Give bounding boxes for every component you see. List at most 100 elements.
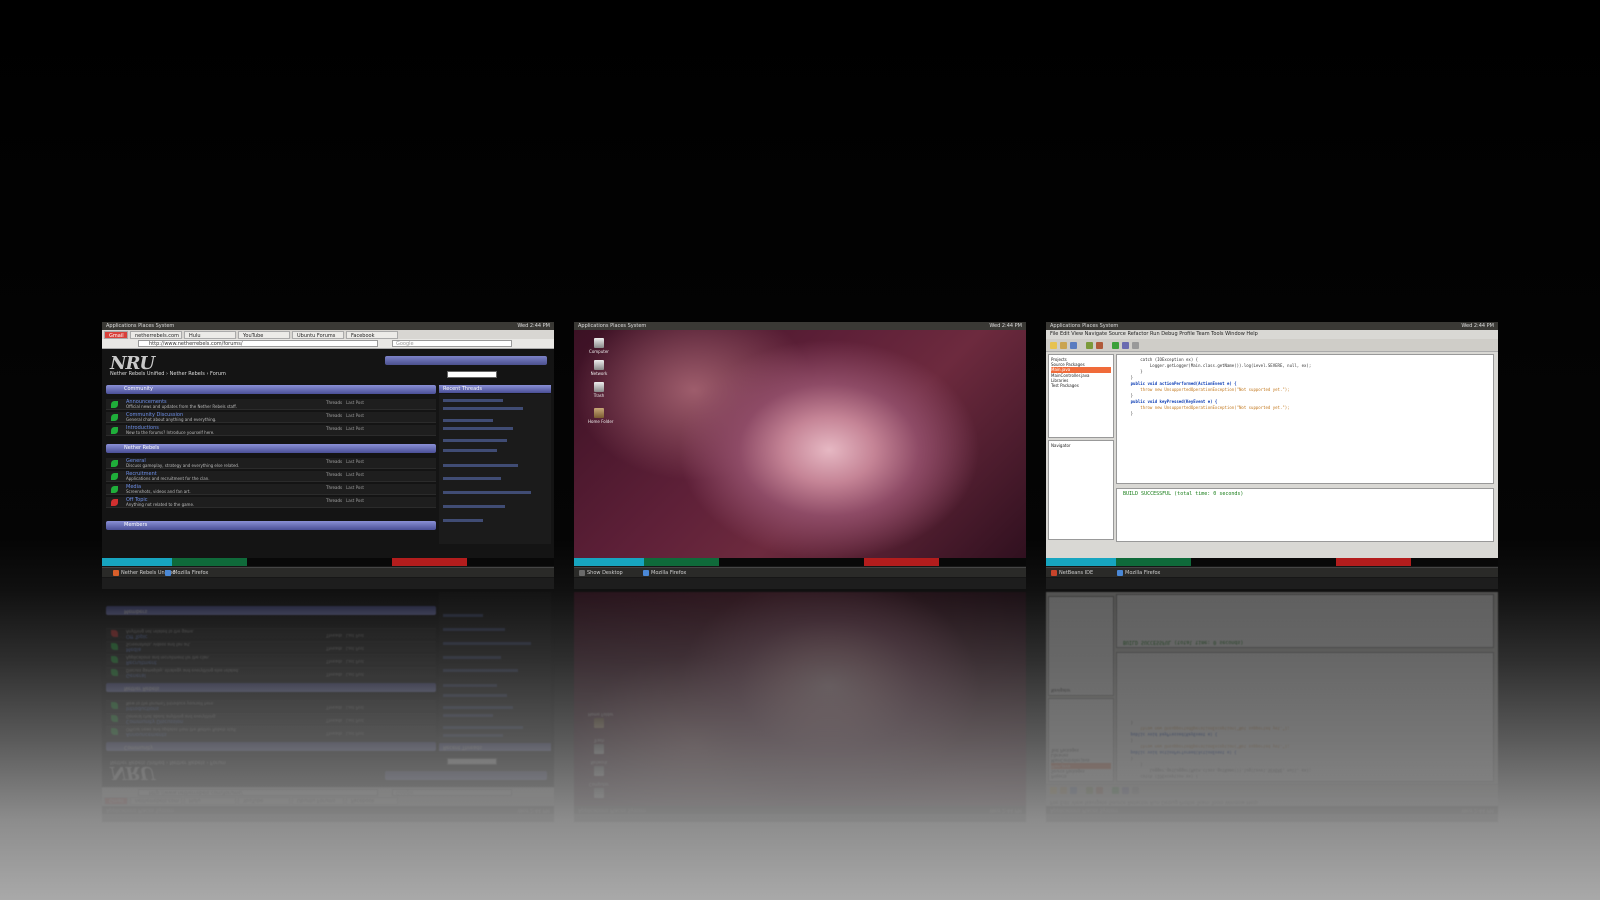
sidebar-link[interactable] [443, 427, 513, 430]
taskbar-button[interactable]: Show Desktop [578, 569, 623, 577]
forum-search-input[interactable] [447, 371, 497, 378]
panel-menu: Applications Places System [106, 807, 175, 813]
new-file-icon[interactable] [1050, 342, 1057, 349]
forum-stats: Threads [326, 633, 343, 638]
browser-tab[interactable]: Gmail [104, 331, 128, 339]
system-monitor [1046, 558, 1498, 566]
sidebar-link[interactable] [443, 399, 503, 402]
leaf-icon [111, 460, 118, 467]
forum-nav-tabs[interactable] [385, 356, 547, 365]
forum-stats: Threads [326, 498, 343, 503]
forum-last-post: Last Post [346, 659, 364, 664]
forum-row[interactable]: Media Screenshots, videos and fan art. Thr… [106, 484, 436, 495]
navigator-pane[interactable]: Navigator [1048, 440, 1114, 540]
taskbar-button[interactable]: Mozilla Firefox [164, 569, 208, 577]
debug-icon [1122, 787, 1129, 794]
sidebar-link[interactable] [443, 419, 493, 422]
computer-icon[interactable]: Computer [588, 338, 610, 354]
url-bar[interactable]: http://www.netherrebels.com/forums/ [138, 340, 378, 347]
network-icon[interactable]: Network [588, 360, 610, 376]
forum-last-post[interactable]: Last Post [346, 400, 364, 405]
panel-menu[interactable]: Applications Places System [106, 322, 174, 330]
sidebar-link[interactable] [443, 449, 497, 452]
workspace-ide[interactable]: Applications Places System Wed 2:44 PM F… [1046, 322, 1498, 589]
forum-last-post[interactable]: Last Post [346, 426, 364, 431]
forum-row[interactable]: Introductions New to the forums? Introduc… [106, 425, 436, 436]
forum-last-post: Last Post [346, 672, 364, 677]
profile-icon [1132, 787, 1139, 794]
workspace-desktop-screen: Applications Places System Wed 2:44 PM C… [574, 592, 1026, 814]
search-box[interactable]: Google [392, 340, 512, 347]
build-icon[interactable] [1086, 342, 1093, 349]
browser-tab[interactable]: Ubuntu Forums [292, 331, 344, 339]
browser-tab[interactable]: Hulu [184, 331, 236, 339]
taskbar-button[interactable]: Mozilla Firefox [1116, 569, 1160, 577]
forum-description: Official news and updates from the Nethe… [126, 727, 238, 732]
forum-title: Introductions [126, 705, 159, 711]
forum-last-post[interactable]: Last Post [346, 472, 364, 477]
run-icon [1112, 787, 1119, 794]
forum-last-post[interactable]: Last Post [346, 459, 364, 464]
category-header[interactable]: Community [106, 385, 436, 394]
navigator-tree[interactable]: Navigator [1049, 441, 1113, 450]
project-tree[interactable]: Projects Source Packages Main.java MainC… [1049, 355, 1113, 390]
browser-tab[interactable]: YouTube [238, 331, 290, 339]
panel-menu[interactable]: Applications Places System [578, 322, 646, 330]
forum-row[interactable]: Off Topic Anything not related to the gam… [106, 497, 436, 508]
forum-row[interactable]: Recruitment Applications and recruitment … [106, 471, 436, 482]
category-header[interactable]: Nether Rebels [106, 444, 436, 453]
open-icon[interactable] [1060, 342, 1067, 349]
forum-stats: Threads [326, 413, 343, 418]
category-header[interactable]: Members [106, 521, 436, 530]
forum-search-input [447, 758, 497, 765]
sidebar-link[interactable] [443, 407, 523, 410]
sidebar-link [443, 706, 513, 709]
sidebar-link [443, 684, 497, 687]
ide-window: File Edit View Navigate Source Refactor … [1046, 592, 1498, 806]
forum-last-post[interactable]: Last Post [346, 413, 364, 418]
code-text[interactable]: catch (IOException ex) { Logger.getLogge… [1117, 355, 1493, 419]
home-folder-icon[interactable]: Home Folder [588, 408, 613, 424]
clean-build-icon[interactable] [1096, 342, 1103, 349]
forum-row[interactable]: Announcements Official news and updates f… [106, 399, 436, 410]
sidebar-link[interactable] [443, 519, 483, 522]
workspace-desktop[interactable]: Applications Places System Wed 2:44 PM C… [574, 322, 1026, 589]
category-header: Community [106, 742, 436, 751]
sidebar-link[interactable] [443, 464, 518, 467]
trash-icon[interactable]: Trash [588, 382, 610, 398]
panel-menu[interactable]: Applications Places System [1050, 322, 1118, 330]
forum-row[interactable]: Community Discussion General chat about a… [106, 412, 436, 423]
workspace-reflection-copy: Applications Places System Wed 2:44 PM G… [102, 592, 554, 814]
forum-row[interactable]: General Discuss gameplay, strategy and ev… [106, 458, 436, 469]
profile-icon[interactable] [1132, 342, 1139, 349]
ide-menu-bar[interactable]: File Edit View Navigate Source Refactor … [1046, 330, 1498, 339]
bottom-panel: Show Desktop Mozilla Firefox [574, 558, 1026, 589]
taskbar: NetBeans IDE Mozilla Firefox [1046, 567, 1498, 577]
project-tree: Projects Source Packages Main.java MainC… [1049, 746, 1113, 781]
sidebar-link[interactable] [443, 477, 501, 480]
run-icon[interactable] [1112, 342, 1119, 349]
taskbar-button[interactable]: Mozilla Firefox [642, 569, 686, 577]
workspace-ide-screen: Applications Places System Wed 2:44 PM F… [1046, 322, 1498, 558]
browser-tab[interactable]: netherrebels.com [130, 331, 182, 339]
code-editor[interactable]: catch (IOException ex) { Logger.getLogge… [1116, 354, 1494, 484]
browser-tab[interactable]: Facebook [346, 331, 398, 339]
panel-menu: Applications Places System [1050, 807, 1119, 813]
save-icon[interactable] [1070, 342, 1077, 349]
leaf-icon [111, 414, 118, 421]
leaf-icon [111, 728, 118, 735]
forum-stats: Threads [326, 426, 343, 431]
sidebar-link[interactable] [443, 439, 507, 442]
sidebar-link[interactable] [443, 491, 531, 494]
panel-clock: Wed 2:44 PM [989, 323, 1022, 329]
breadcrumb[interactable]: Nether Rebels Unified › Nether Rebels › … [110, 371, 226, 377]
forum-row: Media Screenshots, videos and fan art. Thr… [106, 641, 436, 652]
sidebar-link[interactable] [443, 505, 505, 508]
workspace-browser[interactable]: Applications Places System Wed 2:44 PM G… [102, 322, 554, 589]
forum-last-post[interactable]: Last Post [346, 485, 364, 490]
taskbar-button[interactable]: NetBeans IDE [1050, 569, 1093, 577]
forum-last-post[interactable]: Last Post [346, 498, 364, 503]
projects-pane[interactable]: Projects Source Packages Main.java MainC… [1048, 354, 1114, 438]
debug-icon[interactable] [1122, 342, 1129, 349]
output-console[interactable]: BUILD SUCCESSFUL (total time: 0 seconds) [1116, 488, 1494, 542]
